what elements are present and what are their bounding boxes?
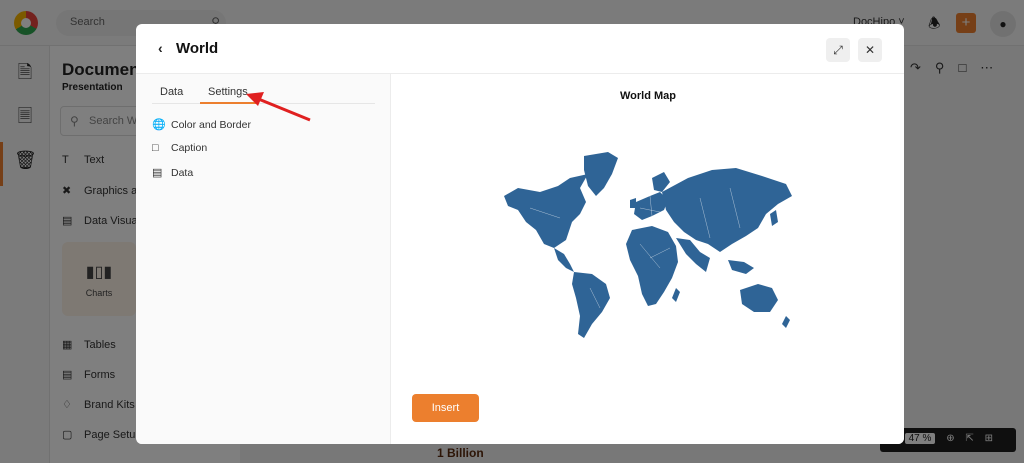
- option-data[interactable]: ▤ Data: [152, 166, 193, 179]
- world-map[interactable]: [500, 148, 800, 348]
- map-title: World Map: [619, 90, 676, 102]
- insert-button[interactable]: Insert: [412, 394, 479, 422]
- map-africa: [626, 226, 678, 306]
- map-new-zealand: [782, 316, 790, 328]
- tab-settings[interactable]: Settings: [200, 86, 256, 104]
- map-australia: [740, 284, 778, 312]
- map-preview: World Map Insert: [392, 74, 904, 444]
- map-southeast-asia: [728, 260, 754, 274]
- expand-icon[interactable]: ⤢: [826, 38, 850, 62]
- globe-icon: 🌐: [152, 119, 166, 131]
- modal-title: World: [176, 40, 219, 57]
- map-scandinavia: [652, 172, 670, 192]
- map-greenland: [584, 152, 618, 196]
- map-madagascar: [672, 288, 680, 302]
- settings-sidebar: Data Settings 🌐 Color and Border □ Caption…: [136, 74, 391, 444]
- map-south-america: [572, 272, 610, 338]
- option-caption-label: Caption: [171, 142, 208, 154]
- option-data-label: Data: [171, 167, 194, 179]
- map-central-america: [554, 248, 574, 272]
- caption-icon: □: [152, 142, 159, 154]
- option-color-and-border[interactable]: 🌐 Color and Border: [152, 118, 251, 131]
- map-arabia-india: [676, 238, 710, 272]
- world-map-modal: ‹ World ⤢ ✕ Data Settings 🌐 Color and Bor…: [136, 24, 904, 444]
- map-united-kingdom: [630, 198, 636, 208]
- world-map-countries: [504, 152, 792, 338]
- back-chevron-icon[interactable]: ‹: [158, 40, 163, 56]
- option-caption[interactable]: □ Caption: [152, 142, 207, 154]
- tab-bar: Data Settings: [152, 86, 375, 104]
- option-color-and-border-label: Color and Border: [171, 119, 251, 131]
- table-icon: ▤: [152, 167, 163, 179]
- close-icon[interactable]: ✕: [858, 38, 882, 62]
- modal-header: ‹ World ⤢ ✕: [136, 24, 904, 74]
- map-north-america: [504, 174, 588, 248]
- map-japan: [770, 210, 778, 226]
- tab-data[interactable]: Data: [160, 86, 183, 102]
